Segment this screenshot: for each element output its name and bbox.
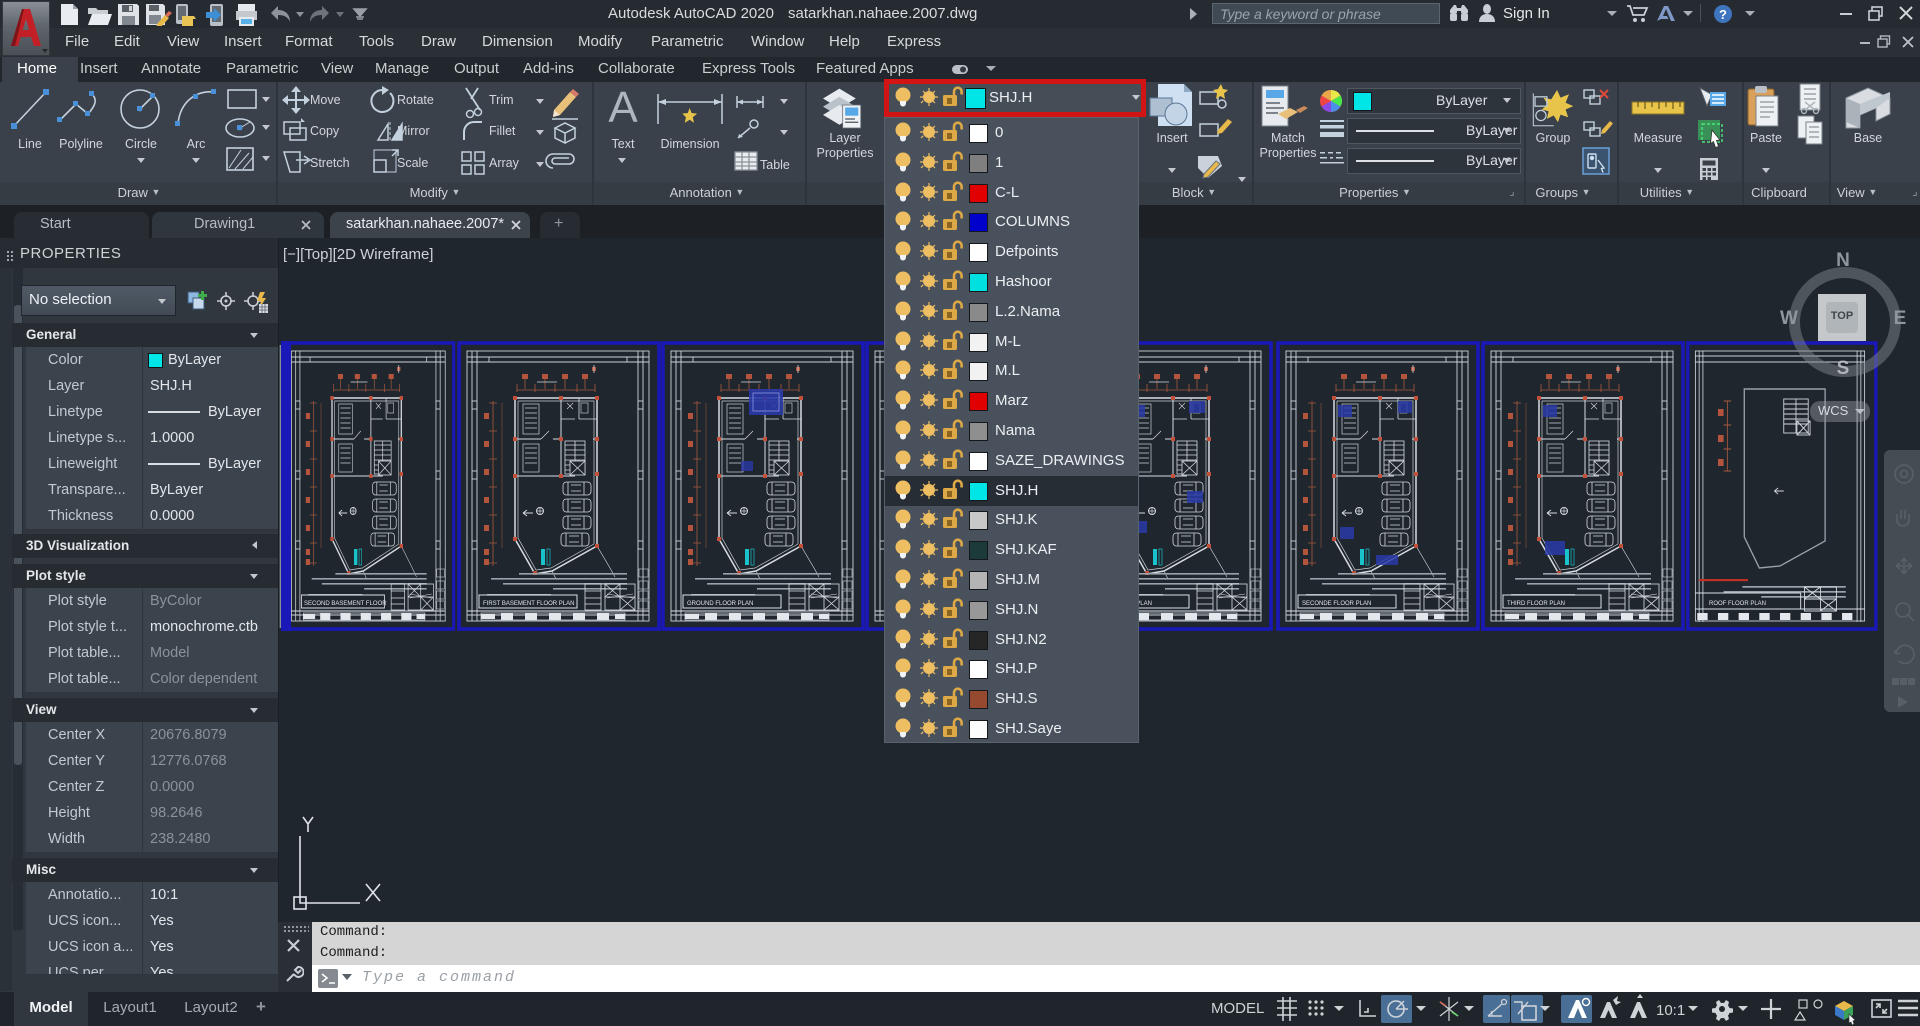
svg-text:FIRST BASEMENT FLOOR PLAN: FIRST BASEMENT FLOOR PLAN xyxy=(483,601,574,607)
svg-text:10:1: 10:1 xyxy=(1656,1002,1685,1019)
svg-text:SECONDE FLOOR PLAN: SECONDE FLOOR PLAN xyxy=(1302,601,1371,607)
svg-text:SECOND BASEMENT FLOOR: SECOND BASEMENT FLOOR xyxy=(304,601,387,607)
svg-text:THIRD FLOOR PLAN: THIRD FLOOR PLAN xyxy=(1507,601,1565,607)
svg-text:A: A xyxy=(608,83,638,132)
svg-text:ROOF FLOOR PLAN: ROOF FLOOR PLAN xyxy=(1709,601,1766,607)
svg-text:?: ? xyxy=(1719,7,1727,22)
svg-text:GROUND FLOOR PLAN: GROUND FLOOR PLAN xyxy=(687,601,753,607)
